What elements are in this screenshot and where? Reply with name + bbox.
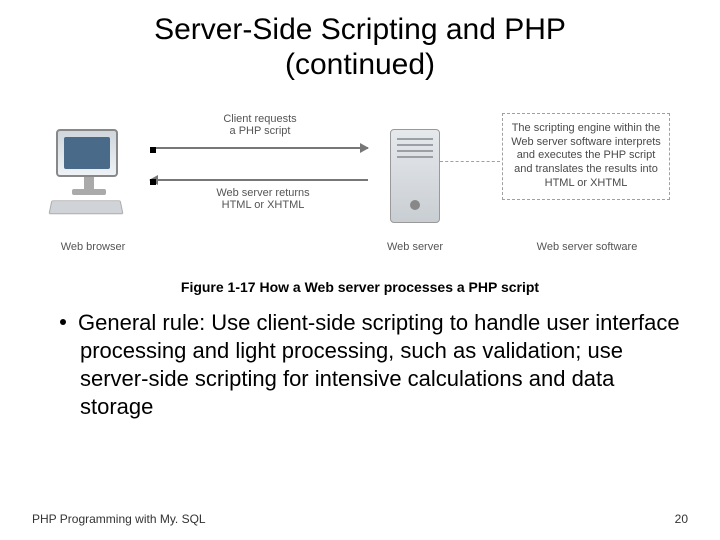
callout-box: The scripting engine within the Web serv… [502,113,670,200]
client-label: Web browser [48,241,138,253]
server-label: Web server [370,241,460,253]
request-arrow-label: Client requests a PHP script [190,113,330,138]
figure-diagram: Web browser Client requests a PHP script… [40,101,680,271]
figure-caption: Figure 1-17 How a Web server processes a… [32,279,688,295]
response-arrow-label: Web server returns HTML or XHTML [188,187,338,212]
keyboard-icon [49,200,124,214]
monitor-stand [84,177,94,189]
client-computer-icon [56,129,122,215]
slide-title: Server-Side Scripting and PHP (continued… [32,12,688,83]
response-arrow [150,179,368,181]
callout-label: Web server software [512,241,662,253]
request-arrow [150,147,368,149]
slide-footer: PHP Programming with My. SQL 20 [32,512,688,526]
page-number: 20 [675,512,688,526]
monitor-icon [56,129,118,177]
bullet-icon [60,319,66,325]
title-line-2: (continued) [285,48,435,81]
bullet-text: General rule: Use client-side scripting … [78,310,680,419]
dashed-connector [440,161,500,162]
monitor-base [72,189,106,195]
title-line-1: Server-Side Scripting and PHP [154,13,566,46]
callout-text: The scripting engine within the Web serv… [511,122,661,189]
slide: Server-Side Scripting and PHP (continued… [0,0,720,540]
server-icon [390,129,440,223]
footer-left: PHP Programming with My. SQL [32,512,206,526]
bullet-paragraph: General rule: Use client-side scripting … [60,309,684,422]
